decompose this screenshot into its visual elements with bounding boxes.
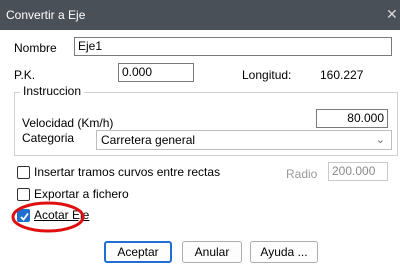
convertir-a-eje-dialog: Convertir a Eje ✕ Nombre Eje1 P.K. 0.000… (0, 0, 400, 280)
insertar-tramos-checkbox[interactable] (17, 166, 30, 179)
categoria-selected-value: Carretera general (101, 133, 196, 147)
instruccion-group-label: Instruccion (20, 84, 85, 98)
longitud-value: 160.227 (320, 68, 364, 82)
title-bar: Convertir a Eje ✕ (0, 0, 400, 30)
categoria-label: Categoria (22, 131, 75, 145)
velocidad-label: Velocidad (Km/h) (22, 116, 114, 130)
insertar-tramos-label: Insertar tramos curvos entre rectas (34, 165, 221, 179)
close-icon[interactable]: ✕ (386, 6, 398, 22)
aceptar-button[interactable]: Aceptar (104, 241, 172, 263)
radio-input[interactable]: 200.000 (328, 162, 388, 181)
pk-label: P.K. (14, 68, 36, 82)
categoria-select[interactable]: Carretera general ⌄ (96, 130, 392, 150)
radio-label: Radio (286, 167, 318, 181)
window-title: Convertir a Eje (6, 8, 86, 22)
ayuda-button[interactable]: Ayuda ... (250, 241, 318, 263)
nombre-label: Nombre (14, 41, 57, 55)
longitud-label: Longitud: (242, 68, 292, 82)
exportar-fichero-label: Exportar a fichero (34, 187, 129, 201)
anular-button[interactable]: Anular (182, 241, 242, 263)
chevron-down-icon: ⌄ (375, 134, 385, 146)
pk-input[interactable]: 0.000 (118, 63, 194, 82)
velocidad-input[interactable]: 80.000 (316, 109, 388, 128)
nombre-input[interactable]: Eje1 (74, 37, 392, 56)
annotation-ellipse (11, 201, 85, 233)
